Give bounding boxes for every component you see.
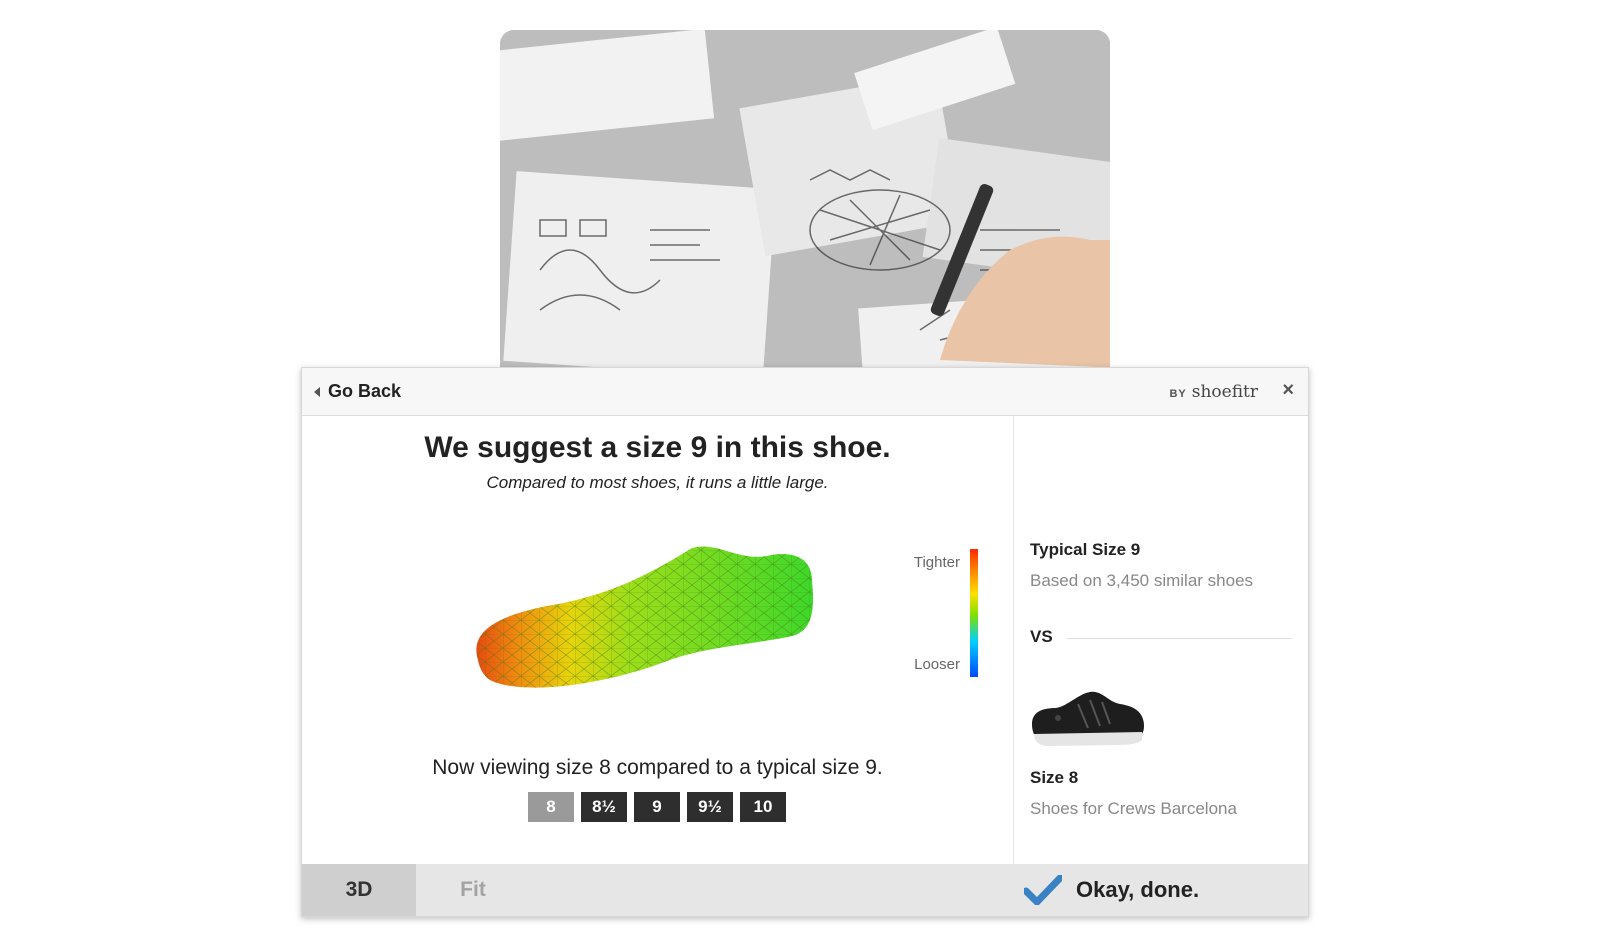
size-button-10[interactable]: 10 <box>740 792 786 822</box>
close-icon[interactable]: × <box>1282 379 1294 402</box>
paper-prototype-photo <box>500 30 1110 368</box>
typical-size-subtitle: Based on 3,450 similar shoes <box>1030 571 1254 590</box>
fit-color-scale <box>970 549 978 677</box>
shoe-3d-model[interactable] <box>467 536 827 706</box>
typical-size-title: Typical Size 9 <box>1030 540 1141 559</box>
footer-bar: 3D Fit Okay, done. <box>302 864 1308 916</box>
recommendation-subline: Compared to most shoes, it runs a little… <box>486 473 829 492</box>
size-button-9[interactable]: 9 <box>634 792 680 822</box>
brand-by-label: BY <box>1169 388 1187 400</box>
go-back-button[interactable]: Go Back <box>314 381 401 402</box>
shoe-thumbnail <box>1028 684 1148 754</box>
go-back-label: Go Back <box>328 381 402 401</box>
legend-looser-label: Looser <box>914 656 960 673</box>
viewing-description: Now viewing size 8 compared to a typical… <box>432 756 883 779</box>
recommendation-panel: We suggest a size 9 in this shoe. Compar… <box>302 416 1013 864</box>
recommendation-headline: We suggest a size 9 in this shoe. <box>424 431 891 464</box>
legend-tighter-label: Tighter <box>913 554 960 571</box>
comparison-panel: Typical Size 9 Based on 3,450 similar sh… <box>1014 416 1308 864</box>
brand-logo: BY shoefitr <box>1169 382 1258 402</box>
tab-fit[interactable]: Fit <box>416 864 530 916</box>
shoefitr-widget: Go Back BY shoefitr × We suggest a size … <box>301 367 1309 917</box>
checkmark-icon <box>1024 875 1062 905</box>
size-button-8[interactable]: 8 <box>528 792 574 822</box>
header-bar: Go Back BY shoefitr × <box>302 368 1308 416</box>
size-selector: 8 8½ 9 9½ 10 <box>528 792 786 822</box>
selected-size-title: Size 8 <box>1030 768 1079 787</box>
brand-name: shoefitr <box>1191 382 1258 402</box>
vs-divider <box>1067 638 1292 639</box>
okay-done-label: Okay, done. <box>1076 877 1200 902</box>
back-arrow-icon <box>314 386 320 397</box>
okay-done-button[interactable]: Okay, done. <box>1024 864 1199 916</box>
size-button-8-half[interactable]: 8½ <box>581 792 627 822</box>
size-button-9-half[interactable]: 9½ <box>687 792 733 822</box>
vs-label: VS <box>1030 627 1053 646</box>
tab-3d[interactable]: 3D <box>302 864 416 916</box>
selected-shoe-name: Shoes for Crews Barcelona <box>1030 799 1237 818</box>
